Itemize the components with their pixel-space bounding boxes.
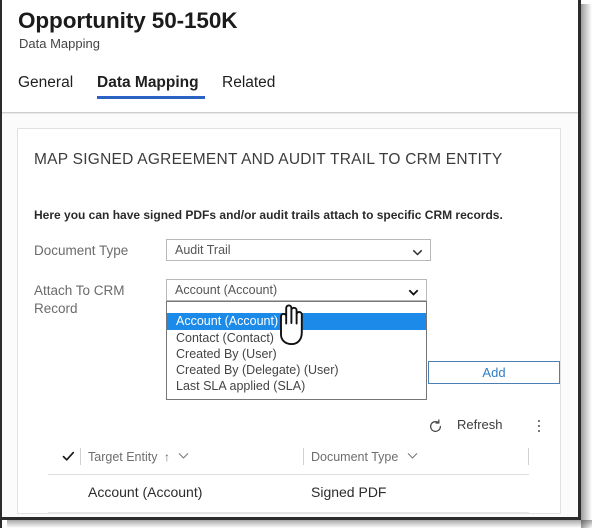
grid-row-divider [48,512,529,513]
page-title: Opportunity 50-150K [18,8,238,33]
page-body: MAP SIGNED AGREEMENT AND AUDIT TRAIL TO … [2,114,578,517]
card-heading: MAP SIGNED AGREEMENT AND AUDIT TRAIL TO … [34,151,503,168]
attach-to-crm-record-select[interactable]: Account (Account) [166,279,427,301]
chevron-down-icon[interactable] [407,449,418,463]
check-icon[interactable] [62,450,75,463]
attach-to-crm-record-value: Account (Account) [175,283,278,297]
chevron-down-icon [408,285,419,296]
window-shadow-right [581,4,592,528]
tab-related[interactable]: Related [222,74,275,98]
grid-column-divider [528,448,529,465]
page-subtitle: Data Mapping [19,36,100,51]
dropdown-option-created-by-delegate[interactable]: Created By (Delegate) (User) [167,362,426,378]
document-type-value: Audit Trail [175,243,231,257]
attach-to-crm-record-dropdown-list[interactable]: Account (Account) Contact (Contact) Crea… [166,301,427,400]
grid-header-row: Target Entity ↑ Document Type [48,445,529,474]
column-header-document-type-label: Document Type [311,450,399,464]
window-shadow-bottom [7,520,592,528]
table-row[interactable]: Account (Account) Signed PDF [48,475,529,512]
dropdown-option-account[interactable]: Account (Account) [167,313,426,330]
tab-data-mapping[interactable]: Data Mapping [97,74,199,98]
refresh-icon[interactable] [428,419,443,434]
more-vertical-ellipsis-icon[interactable] [532,418,546,434]
card-description: Here you can have signed PDFs and/or aud… [34,208,503,222]
column-header-target-entity-label: Target Entity [88,450,158,464]
add-button[interactable]: Add [428,361,560,384]
dropdown-option-contact[interactable]: Contact (Contact) [167,330,426,346]
dropdown-option-created-by[interactable]: Created By (User) [167,346,426,362]
grid-column-divider [80,448,81,465]
sort-ascending-icon: ↑ [163,450,170,464]
attach-to-crm-record-label: Attach To CRM Record [34,283,125,316]
chevron-down-icon[interactable] [178,449,189,463]
tab-active-indicator [97,96,205,99]
column-header-target-entity[interactable]: Target Entity ↑ [88,449,189,464]
cell-target-entity: Account (Account) [88,484,203,500]
page-header: Opportunity 50-150K Data Mapping General… [2,0,578,113]
column-header-document-type[interactable]: Document Type [311,449,418,464]
tab-general[interactable]: General [18,74,73,98]
document-type-label: Document Type [34,243,129,258]
grid-column-divider [303,448,304,465]
data-mapping-card: MAP SIGNED AGREEMENT AND AUDIT TRAIL TO … [17,128,561,514]
refresh-button[interactable]: Refresh [457,417,503,432]
cell-document-type: Signed PDF [311,484,387,500]
document-type-select[interactable]: Audit Trail [166,239,431,261]
chevron-down-icon [412,245,423,256]
dropdown-option-last-sla-applied[interactable]: Last SLA applied (SLA) [167,378,426,394]
app-window: Opportunity 50-150K Data Mapping General… [0,0,592,528]
